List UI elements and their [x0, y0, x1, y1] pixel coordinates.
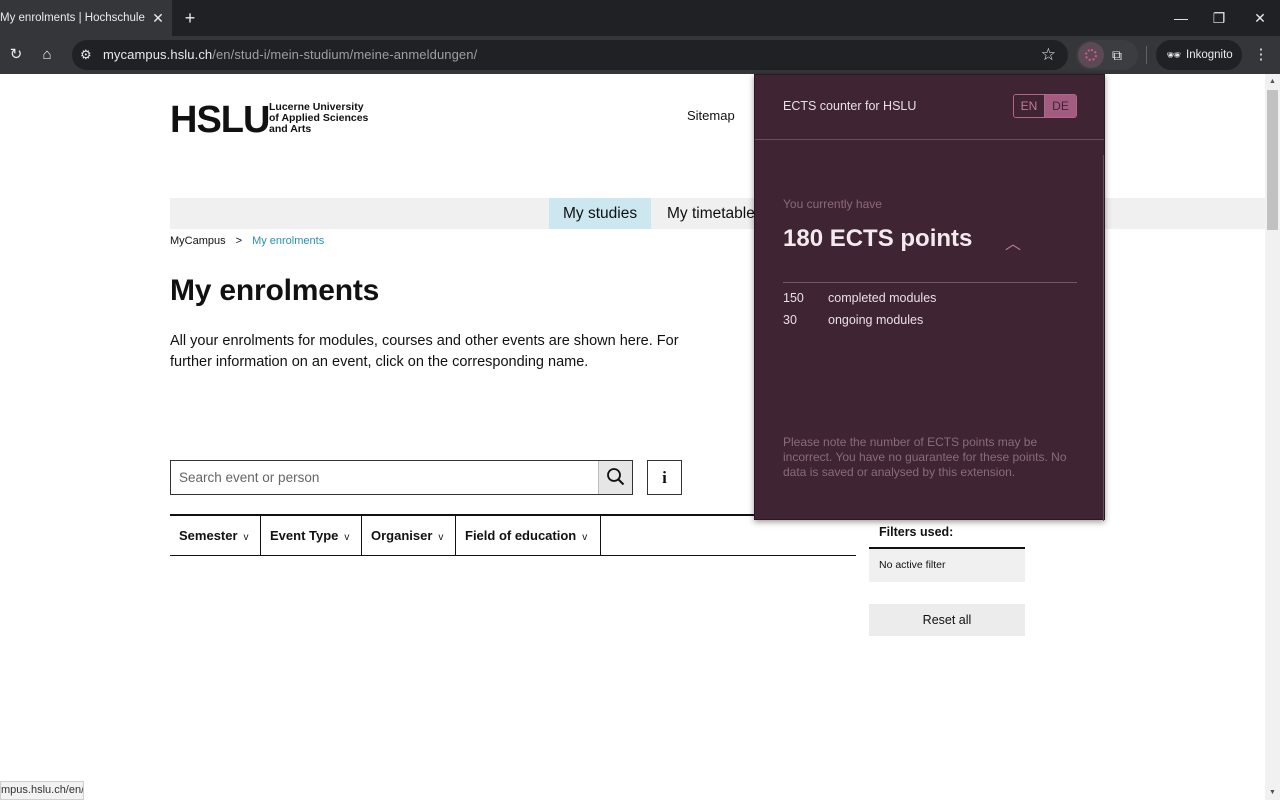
tab-title: My enrolments | Hochschule Luzern	[0, 12, 146, 24]
browser-tab[interactable]: My enrolments | Hochschule Luzern ✕	[0, 0, 172, 36]
extensions-area: ⧉	[1076, 40, 1138, 70]
chevron-down-icon: v	[438, 532, 444, 543]
filter-label: Event Type	[270, 528, 339, 543]
url-text[interactable]: mycampus.hslu.ch/en/stud-i/mein-studium/…	[103, 40, 477, 70]
points-divider	[783, 282, 1077, 283]
row-label: ongoing modules	[828, 313, 924, 327]
popup-divider	[755, 139, 1104, 140]
row-label: completed modules	[828, 291, 937, 305]
title-bar: My enrolments | Hochschule Luzern ✕ + — …	[0, 0, 1280, 36]
url-host: mycampus.hslu.ch	[103, 47, 213, 62]
filter-event-type[interactable]: Event Type v	[261, 516, 362, 555]
page-scrollbar[interactable]: ▲ ▼	[1265, 74, 1280, 800]
logo-line: and Arts	[269, 123, 312, 135]
search-field[interactable]: Search event or person	[170, 460, 633, 495]
incognito-indicator[interactable]: 🕶 Inkognito	[1156, 40, 1242, 70]
home-icon[interactable]: ⌂	[33, 36, 61, 74]
filter-bar: Semester v Event Type v Organiser v Field o…	[170, 514, 856, 556]
page-title: My enrolments	[170, 274, 380, 307]
bookmark-star-icon[interactable]: ☆	[1041, 40, 1056, 70]
address-bar[interactable]: ⚙ mycampus.hslu.ch/en/stud-i/mein-studiu…	[72, 40, 1068, 70]
tab-close-icon[interactable]: ✕	[150, 0, 166, 36]
incognito-label: Inkognito	[1186, 49, 1233, 61]
browser-menu-icon[interactable]: ⋮	[1247, 36, 1275, 74]
reload-icon[interactable]: ↻	[2, 36, 30, 74]
disclaimer-text: Please note the number of ECTS points ma…	[783, 435, 1067, 479]
close-window-button[interactable]: ✕	[1245, 0, 1275, 36]
row-count: 150	[783, 291, 804, 305]
nav-my-timetable[interactable]: My timetable	[653, 198, 769, 229]
breadcrumb-root[interactable]: MyCampus	[170, 235, 226, 247]
points-caption: You currently have	[783, 197, 882, 211]
search-button[interactable]	[598, 461, 632, 494]
filter-organiser[interactable]: Organiser v	[362, 516, 456, 555]
filter-semester[interactable]: Semester v	[170, 516, 261, 555]
site-settings-icon[interactable]: ⚙	[80, 40, 92, 70]
search-placeholder: Search event or person	[179, 470, 320, 485]
extensions-puzzle-icon[interactable]: ⧉	[1112, 40, 1122, 70]
new-tab-button[interactable]: +	[180, 0, 200, 36]
chevron-down-icon: v	[344, 532, 350, 543]
status-bar-url: mpus.hslu.ch/en/	[0, 781, 84, 800]
filters-used-label: Filters used:	[879, 525, 954, 539]
ects-points-total: 180 ECTS points	[783, 225, 973, 252]
breadcrumb-separator: >	[235, 235, 243, 247]
toolbar-separator	[1146, 46, 1147, 64]
info-button[interactable]: i	[647, 460, 682, 495]
ects-extension-button[interactable]	[1078, 42, 1104, 68]
scroll-up-icon[interactable]: ▲	[1268, 77, 1277, 86]
ects-counter-popup: ECTS counter for HSLU EN DE You currentl…	[754, 74, 1105, 521]
browser-toolbar: ↻ ⌂ ⚙ mycampus.hslu.ch/en/stud-i/mein-st…	[0, 36, 1280, 74]
scroll-thumb[interactable]	[1267, 90, 1278, 230]
search-icon	[607, 468, 625, 486]
chevron-down-icon: v	[582, 532, 588, 543]
chevron-down-icon: v	[243, 532, 249, 543]
breadcrumb-current[interactable]: My enrolments	[252, 235, 324, 247]
incognito-icon: 🕶	[1166, 48, 1182, 62]
intro-text: All your enrolments for modules, courses…	[170, 333, 679, 370]
logo-subtitle: Lucerne University of Applied Sciences a…	[269, 102, 389, 135]
row-count: 30	[783, 313, 797, 327]
collapse-chevron-icon[interactable]: ︿	[1005, 230, 1021, 254]
filter-label: Organiser	[371, 528, 433, 543]
filter-field-of-education[interactable]: Field of education v	[456, 516, 601, 555]
popup-edge-line	[1103, 155, 1104, 521]
language-toggle: EN DE	[1013, 94, 1077, 118]
nav-my-studies[interactable]: My studies	[549, 198, 652, 229]
lang-de-button[interactable]: DE	[1045, 95, 1076, 117]
popup-title: ECTS counter for HSLU	[783, 99, 917, 113]
minimize-button[interactable]: —	[1166, 0, 1196, 36]
breadcrumb: MyCampus > My enrolments	[170, 235, 324, 247]
filters-used-value: No active filter	[869, 547, 1025, 582]
restore-button[interactable]: ❐	[1204, 0, 1234, 36]
sitemap-link[interactable]: Sitemap	[687, 108, 735, 123]
logo-mark: HSLU	[170, 99, 270, 141]
ects-extension-icon	[1085, 49, 1097, 61]
reset-all-button[interactable]: Reset all	[869, 604, 1025, 636]
filter-label: Field of education	[465, 528, 577, 543]
filter-label: Semester	[179, 528, 238, 543]
scroll-down-icon[interactable]: ▼	[1268, 788, 1277, 797]
lang-en-button[interactable]: EN	[1014, 95, 1045, 117]
url-path: /en/stud-i/mein-studium/meine-anmeldunge…	[212, 47, 478, 62]
